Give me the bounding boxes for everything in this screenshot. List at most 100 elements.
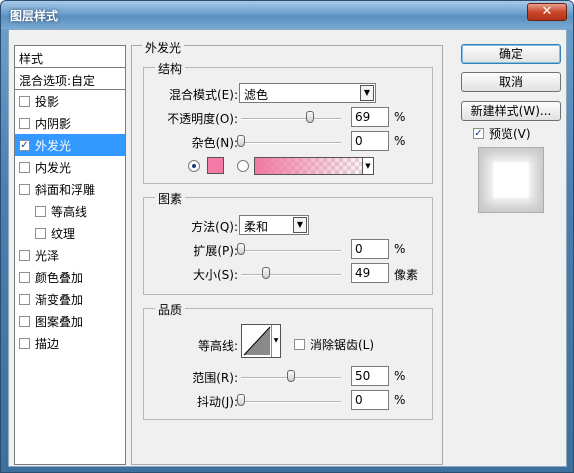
slider-thumb[interactable] <box>237 135 245 147</box>
slider-track <box>241 274 341 276</box>
blend-options-item[interactable]: 混合选项:自定 <box>15 68 125 90</box>
style-checkbox[interactable] <box>19 271 30 283</box>
solid-color-radio[interactable] <box>188 160 200 172</box>
slider-thumb[interactable] <box>237 243 245 255</box>
quality-group: 品质 等高线: ▼ 消除锯齿(L) 范围(R): 50 % 抖动(J): 0 % <box>143 301 433 420</box>
style-list-label: 描边 <box>35 336 60 351</box>
contour-picker[interactable]: ▼ <box>241 324 281 358</box>
noise-unit: % <box>394 134 406 148</box>
opacity-slider[interactable] <box>241 111 341 124</box>
panel-title: 外发光 <box>142 39 185 56</box>
style-list-item[interactable]: 内阴影 <box>15 112 125 134</box>
style-checkbox[interactable] <box>19 95 30 107</box>
opacity-input[interactable]: 69 <box>351 107 389 127</box>
style-list-item[interactable]: 投影 <box>15 90 125 112</box>
range-slider[interactable] <box>241 370 341 383</box>
style-list-item[interactable]: 斜面和浮雕 <box>15 178 125 200</box>
slider-track <box>241 401 341 403</box>
size-unit: 像素 <box>394 268 419 282</box>
chevron-down-icon[interactable]: ▼ <box>271 325 280 357</box>
contour-curve-icon <box>243 326 271 356</box>
chevron-down-icon[interactable]: ▼ <box>360 85 374 101</box>
style-checkbox[interactable] <box>35 205 46 217</box>
structure-title: 结构 <box>155 60 186 77</box>
style-list-label: 等高线 <box>51 204 88 219</box>
technique-value: 柔和 <box>244 220 269 234</box>
jitter-input[interactable]: 0 <box>351 390 389 410</box>
slider-track <box>241 118 341 120</box>
style-checkbox[interactable]: ✓ <box>19 139 30 151</box>
style-list-item[interactable]: 渐变叠加 <box>15 288 125 310</box>
preview-checkbox[interactable]: ✓ <box>473 128 484 139</box>
slider-thumb[interactable] <box>287 370 295 382</box>
slider-track <box>241 250 341 252</box>
outer-glow-panel: 外发光 结构 混合模式(E): 滤色 ▼ 不透明度(O): 69 % 杂色(N)… <box>131 39 443 465</box>
style-checkbox[interactable] <box>19 337 30 349</box>
ok-button[interactable]: 确定 <box>461 44 561 64</box>
style-checkbox[interactable] <box>19 183 30 195</box>
spread-slider[interactable] <box>237 243 341 256</box>
slider-thumb[interactable] <box>262 267 270 279</box>
preview-thumbnail <box>494 163 528 197</box>
elements-group: 图素 方法(Q): 柔和 ▼ 扩展(P): 0 % 大小(S): 49 像素 <box>143 190 433 295</box>
spread-input[interactable]: 0 <box>351 239 389 259</box>
layer-style-dialog: 图层样式 ✕ 样式 混合选项:自定 投影 内阴影 ✓ 外发光 内发光 斜面和浮雕 等高线 纹理… <box>0 0 574 473</box>
opacity-label: 不透明度(O): <box>167 112 238 126</box>
new-style-button[interactable]: 新建样式(W)... <box>461 101 561 121</box>
title-bar[interactable]: 图层样式 ✕ <box>1 1 573 29</box>
style-checkbox[interactable] <box>19 161 30 173</box>
style-list-item[interactable]: 描边 <box>15 332 125 354</box>
style-list-item[interactable]: ✓ 外发光 <box>15 134 125 156</box>
style-list-label: 光泽 <box>35 248 60 263</box>
preview-option[interactable]: ✓ 预览(V) <box>473 125 531 142</box>
style-list-item[interactable]: 等高线 <box>15 200 125 222</box>
style-checkbox[interactable] <box>35 227 46 239</box>
range-input[interactable]: 50 <box>351 366 389 386</box>
style-checkbox[interactable] <box>19 117 30 129</box>
gradient-radio[interactable] <box>237 160 249 172</box>
style-list-label: 渐变叠加 <box>35 292 84 307</box>
glow-color-swatch[interactable] <box>207 157 224 174</box>
anti-alias-checkbox[interactable] <box>294 339 305 350</box>
style-list-item[interactable]: 颜色叠加 <box>15 266 125 288</box>
chevron-down-icon[interactable]: ▼ <box>362 158 373 174</box>
range-label: 范围(R): <box>192 371 238 385</box>
style-list-label: 内阴影 <box>35 116 72 131</box>
technique-select[interactable]: 柔和 ▼ <box>239 215 309 235</box>
preview-label: 预览(V) <box>489 127 531 141</box>
jitter-slider[interactable] <box>237 394 341 407</box>
style-list-item[interactable]: 光泽 <box>15 244 125 266</box>
style-list: 样式 混合选项:自定 投影内阴影 ✓ 外发光 内发光 斜面和浮雕等高线纹理光泽颜色叠加渐… <box>14 45 126 465</box>
chevron-down-icon[interactable]: ▼ <box>293 217 307 233</box>
style-list-item[interactable]: 纹理 <box>15 222 125 244</box>
anti-alias-option[interactable]: 消除锯齿(L) <box>294 336 374 353</box>
style-checkbox[interactable] <box>19 249 30 261</box>
close-button[interactable]: ✕ <box>527 3 567 21</box>
blend-mode-select[interactable]: 滤色 ▼ <box>239 83 376 103</box>
structure-group: 结构 混合模式(E): 滤色 ▼ 不透明度(O): 69 % 杂色(N): 0 … <box>143 60 433 184</box>
style-list-header[interactable]: 样式 <box>15 46 125 68</box>
style-list-item[interactable]: 图案叠加 <box>15 310 125 332</box>
gradient-picker[interactable]: ▼ <box>254 157 374 175</box>
noise-slider[interactable] <box>237 135 341 148</box>
cancel-button[interactable]: 取消 <box>461 72 561 92</box>
noise-input[interactable]: 0 <box>351 131 389 151</box>
jitter-label: 抖动(J): <box>197 395 238 409</box>
noise-label: 杂色(N): <box>191 136 238 150</box>
opacity-unit: % <box>394 110 406 124</box>
technique-label: 方法(Q): <box>191 220 238 234</box>
style-list-label: 纹理 <box>51 226 76 241</box>
slider-thumb[interactable] <box>237 394 245 406</box>
style-preview <box>478 147 544 213</box>
slider-thumb[interactable] <box>306 111 314 123</box>
size-slider[interactable] <box>241 267 341 280</box>
size-input[interactable]: 49 <box>351 263 389 283</box>
anti-alias-label: 消除锯齿(L) <box>310 338 375 352</box>
slider-track <box>241 142 341 144</box>
blend-mode-label: 混合模式(E): <box>169 88 238 102</box>
style-checkbox[interactable] <box>19 293 30 305</box>
style-items: 投影内阴影 ✓ 外发光 内发光 斜面和浮雕等高线纹理光泽颜色叠加渐变叠加图案叠加描边 <box>15 90 125 354</box>
style-list-item[interactable]: 内发光 <box>15 156 125 178</box>
style-checkbox[interactable] <box>19 315 30 327</box>
jitter-unit: % <box>394 393 406 407</box>
